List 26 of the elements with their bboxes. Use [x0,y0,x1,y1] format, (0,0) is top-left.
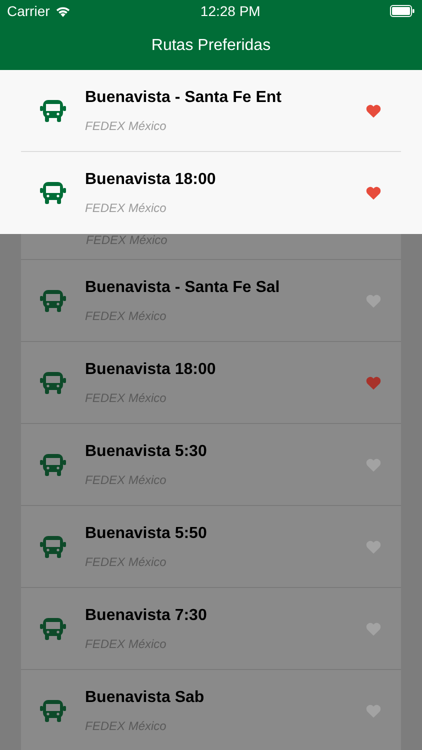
battery-icon [390,5,415,17]
heart-icon[interactable] [366,104,381,118]
wifi-icon [54,5,71,17]
bus-icon [40,698,66,724]
route-name: Buenavista 18:00 [85,171,217,189]
bus-icon [40,534,66,560]
heart-icon[interactable] [366,186,381,200]
status-time: 12:28 PM [200,3,260,19]
bus-icon [40,288,66,314]
route-company: FEDEX México [85,201,168,215]
route-name: Buenavista 7:30 [85,606,208,624]
route-name: Buenavista 5:50 [85,524,208,542]
heart-icon[interactable] [366,376,381,390]
route-name: Buenavista 5:30 [85,442,208,460]
carrier-label: Carrier [7,3,50,19]
nav-title: Rutas Preferidas [151,37,271,55]
bus-icon [40,98,66,124]
route-name: Buenavista Sab [85,688,206,706]
bus-icon [40,180,66,206]
bus-icon [40,452,66,478]
route-name: Buenavista - Santa Fe Sal [85,278,281,296]
route-company: FEDEX México [85,118,168,132]
route-name: Buenavista - Santa Fe Ent [85,88,282,106]
route-name: Buenavista 18:00 [85,360,217,378]
bus-icon [40,370,66,396]
bus-icon [40,616,66,642]
